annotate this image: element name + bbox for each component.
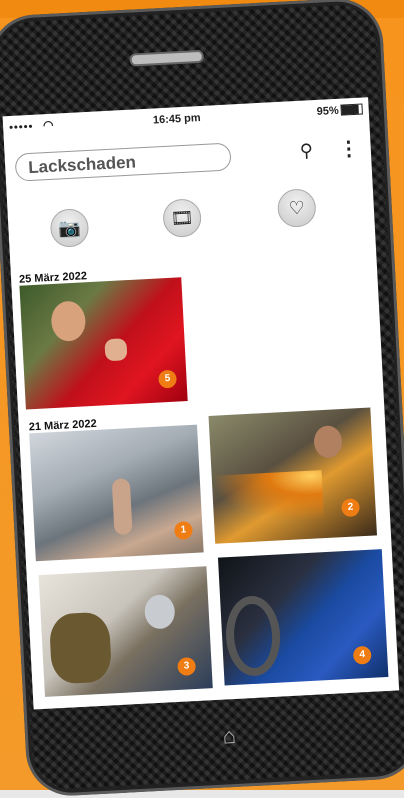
photo-badge: 4: [352, 645, 372, 665]
photo-badge: 3: [177, 657, 197, 676]
phone-frame: ••••• ◠ 16:45 pm 95% Lackschaden ⚲ ⋮ 📷 🎞…: [0, 0, 404, 798]
more-menu-icon[interactable]: ⋮: [338, 136, 359, 162]
phone-screen: ••••• ◠ 16:45 pm 95% Lackschaden ⚲ ⋮ 📷 🎞…: [2, 97, 400, 710]
film-icon[interactable]: 🎞: [162, 198, 203, 239]
photo-thumbnail[interactable]: 1: [29, 424, 204, 562]
home-icon[interactable]: ⌂: [212, 722, 247, 749]
photo-thumbnail[interactable]: 4: [217, 549, 389, 686]
photo-badge: 5: [158, 369, 177, 389]
wifi-icon: ◠: [42, 117, 54, 133]
heart-icon[interactable]: ♡: [276, 188, 317, 229]
photo-thumbnail[interactable]: 3: [38, 566, 213, 697]
photo-badge: 1: [174, 520, 193, 540]
signal-indicator: •••••: [8, 120, 34, 135]
battery-percent: 95%: [316, 104, 340, 118]
camera-icon[interactable]: 📷: [49, 208, 90, 248]
photo-thumbnail[interactable]: 2: [208, 407, 378, 544]
speaker-grille: [129, 49, 205, 67]
battery-icon: [340, 103, 363, 116]
search-input[interactable]: Lackschaden: [14, 142, 232, 182]
photo-thumbnail[interactable]: 5: [19, 277, 188, 410]
status-time: 16:45 pm: [152, 111, 201, 127]
status-bar: ••••• ◠ 16:45 pm 95%: [3, 97, 370, 144]
photo-badge: 2: [341, 498, 360, 518]
search-icon[interactable]: ⚲: [299, 140, 313, 162]
